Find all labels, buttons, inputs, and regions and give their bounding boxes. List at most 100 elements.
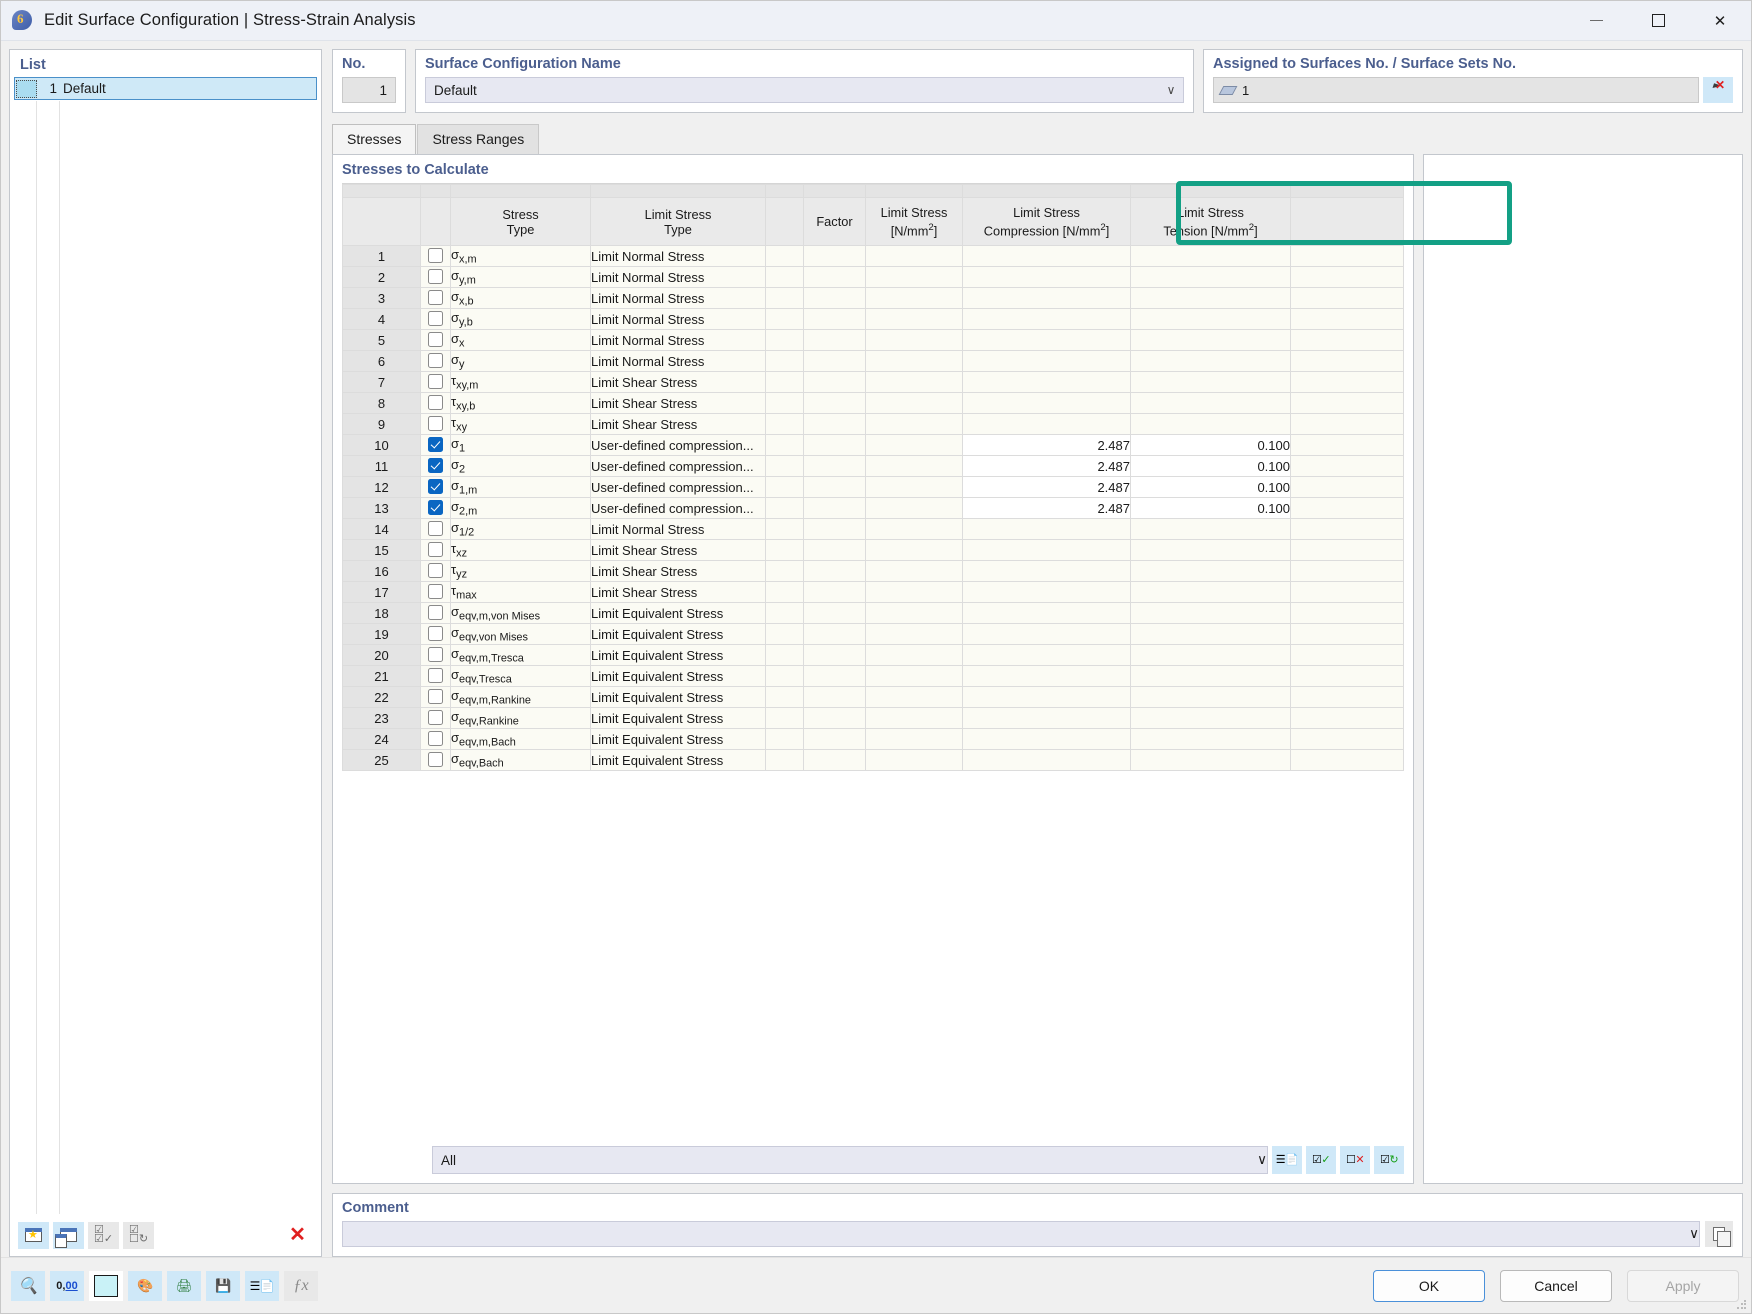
row-limit-stress-type[interactable]: Limit Equivalent Stress [590, 644, 766, 666]
row-factor[interactable] [803, 665, 866, 687]
row-checkbox-cell[interactable] [420, 287, 451, 309]
row-limit-stress-compression[interactable] [962, 749, 1131, 771]
table-row[interactable]: 15 τxz Limit Shear Stress [342, 539, 1404, 561]
checkbox-unchecked-icon[interactable] [428, 269, 443, 285]
col-header-limit-tension[interactable]: Limit Stress Tension [N/mm2] [1130, 197, 1291, 246]
delete-entry-button[interactable]: ✕ [282, 1222, 313, 1249]
tab-stress-ranges[interactable]: Stress Ranges [417, 124, 540, 154]
row-limit-stress-type[interactable]: Limit Normal Stress [590, 308, 766, 330]
assigned-surfaces-field[interactable]: 1 [1213, 77, 1699, 103]
table-row[interactable]: 12 σ1,m User-defined compression... 2.487 0.… [342, 476, 1404, 498]
row-limit-stress-type[interactable]: Limit Normal Stress [590, 329, 766, 351]
row-limit-stress[interactable] [865, 560, 963, 582]
row-factor[interactable] [803, 287, 866, 309]
col-header-limit-compression[interactable]: Limit Stress Compression [N/mm2] [962, 197, 1131, 246]
row-limit-stress-compression[interactable] [962, 266, 1131, 288]
row-limit-stress-type[interactable]: Limit Shear Stress [590, 539, 766, 561]
row-factor[interactable] [803, 623, 866, 645]
row-limit-stress[interactable] [865, 497, 963, 519]
col-header-limit-stress-type[interactable]: Limit Stress Type [590, 197, 766, 246]
row-limit-stress[interactable] [865, 308, 963, 330]
row-factor[interactable] [803, 602, 866, 624]
row-limit-stress-tension[interactable] [1130, 350, 1291, 372]
checkbox-unchecked-icon[interactable] [428, 374, 443, 390]
row-limit-stress-type[interactable]: Limit Normal Stress [590, 287, 766, 309]
row-limit-stress-tension[interactable] [1130, 371, 1291, 393]
formula-button[interactable]: ƒx [284, 1270, 318, 1301]
save-button[interactable]: 💾 [206, 1270, 240, 1301]
row-limit-stress[interactable] [865, 749, 963, 771]
row-limit-stress[interactable] [865, 707, 963, 729]
close-button[interactable]: ✕ [1689, 1, 1751, 41]
row-factor[interactable] [803, 245, 866, 267]
row-checkbox-cell[interactable] [420, 707, 451, 729]
row-limit-stress-tension[interactable]: 0.100 [1130, 497, 1291, 519]
row-limit-stress-type[interactable]: Limit Shear Stress [590, 560, 766, 582]
row-limit-stress-compression[interactable] [962, 686, 1131, 708]
col-header-number[interactable] [342, 197, 421, 246]
table-row[interactable]: 23 σeqv,Rankine Limit Equivalent Stress [342, 707, 1404, 729]
checkbox-unchecked-icon[interactable] [428, 605, 443, 621]
row-limit-stress-tension[interactable] [1130, 266, 1291, 288]
row-checkbox-cell[interactable] [420, 245, 451, 267]
row-limit-stress-tension[interactable] [1130, 329, 1291, 351]
checkbox-unchecked-icon[interactable] [428, 647, 443, 663]
row-limit-stress-compression[interactable] [962, 329, 1131, 351]
row-limit-stress[interactable] [865, 581, 963, 603]
row-limit-stress-tension[interactable] [1130, 602, 1291, 624]
row-limit-stress-tension[interactable] [1130, 518, 1291, 540]
checkbox-checked-icon[interactable] [428, 500, 443, 516]
row-limit-stress-compression[interactable] [962, 602, 1131, 624]
row-limit-stress[interactable] [865, 287, 963, 309]
restore-defaults-button[interactable]: ☑↻ [1374, 1146, 1404, 1174]
row-limit-stress-type[interactable]: Limit Normal Stress [590, 245, 766, 267]
row-limit-stress[interactable] [865, 644, 963, 666]
table-row[interactable]: 24 σeqv,m,Bach Limit Equivalent Stress [342, 728, 1404, 750]
row-checkbox-cell[interactable] [420, 686, 451, 708]
row-factor[interactable] [803, 329, 866, 351]
checkbox-unchecked-icon[interactable] [428, 521, 443, 537]
chevron-down-icon[interactable]: ∨ [1257, 1152, 1267, 1168]
row-limit-stress[interactable] [865, 665, 963, 687]
row-limit-stress-tension[interactable] [1130, 245, 1291, 267]
row-limit-stress[interactable] [865, 266, 963, 288]
row-checkbox-cell[interactable] [420, 518, 451, 540]
cancel-button[interactable]: Cancel [1500, 1269, 1612, 1302]
row-limit-stress[interactable] [865, 623, 963, 645]
row-limit-stress-type[interactable]: User-defined compression... [590, 455, 766, 477]
row-limit-stress-compression[interactable] [962, 287, 1131, 309]
row-limit-stress-tension[interactable] [1130, 392, 1291, 414]
select-all-button[interactable]: ☑ ☑✓ [88, 1221, 119, 1249]
uncheck-all-button[interactable]: ☐✕ [1340, 1146, 1370, 1174]
table-row[interactable]: 6 σy Limit Normal Stress [342, 350, 1404, 372]
row-factor[interactable] [803, 413, 866, 435]
table-row[interactable]: 7 τxy,m Limit Shear Stress [342, 371, 1404, 393]
font-settings-button[interactable]: 🎨 [128, 1270, 162, 1301]
row-limit-stress-tension[interactable] [1130, 707, 1291, 729]
row-limit-stress-tension[interactable]: 0.100 [1130, 455, 1291, 477]
row-factor[interactable] [803, 686, 866, 708]
row-limit-stress-compression[interactable] [962, 245, 1131, 267]
ok-button[interactable]: OK [1373, 1269, 1485, 1302]
row-limit-stress-tension[interactable] [1130, 308, 1291, 330]
row-limit-stress-type[interactable]: Limit Normal Stress [590, 266, 766, 288]
checkbox-unchecked-icon[interactable] [428, 563, 443, 579]
table-row[interactable]: 20 σeqv,m,Tresca Limit Equivalent Stress [342, 644, 1404, 666]
table-row[interactable]: 25 σeqv,Bach Limit Equivalent Stress [342, 749, 1404, 771]
row-factor[interactable] [803, 434, 866, 456]
row-limit-stress-tension[interactable] [1130, 623, 1291, 645]
row-limit-stress-tension[interactable] [1130, 287, 1291, 309]
row-limit-stress-compression[interactable] [962, 644, 1131, 666]
row-limit-stress-compression[interactable] [962, 539, 1131, 561]
row-limit-stress-tension[interactable] [1130, 749, 1291, 771]
row-checkbox-cell[interactable] [420, 371, 451, 393]
checkbox-unchecked-icon[interactable] [428, 290, 443, 306]
help-button[interactable]: 🔍 [11, 1270, 45, 1301]
table-row[interactable]: 11 σ2 User-defined compression... 2.487 0.10… [342, 455, 1404, 477]
row-limit-stress-type[interactable]: Limit Equivalent Stress [590, 749, 766, 771]
color-swatch-button[interactable] [89, 1270, 123, 1301]
checkbox-checked-icon[interactable] [428, 479, 443, 495]
row-limit-stress-compression[interactable] [962, 350, 1131, 372]
checkbox-unchecked-icon[interactable] [428, 332, 443, 348]
print-button[interactable]: 🖨 [167, 1270, 201, 1301]
